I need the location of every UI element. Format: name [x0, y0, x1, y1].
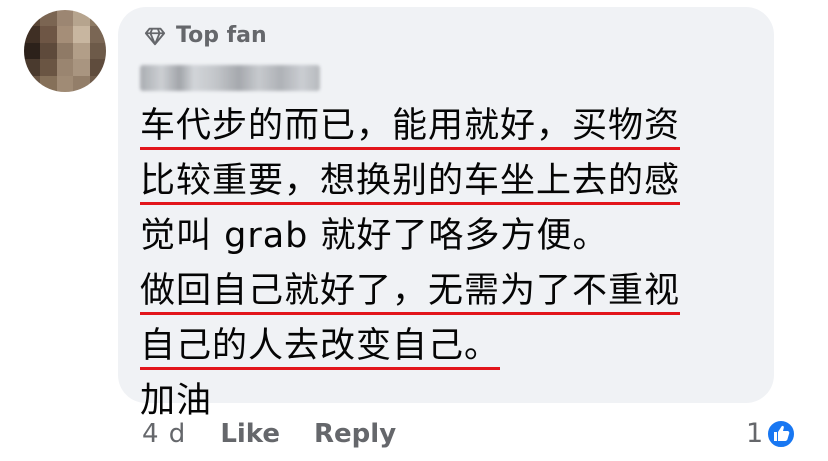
comment-bubble: Top fan 车代步的而已，能用就好，买物资 比较重要，想换别的车坐上去的感 … [118, 7, 774, 421]
comment-line: 自己的人去改变自己。 [140, 326, 501, 370]
badge-label: Top fan [176, 23, 267, 48]
reaction-summary[interactable]: 1 [746, 418, 797, 449]
reaction-count: 1 [746, 418, 764, 449]
commenter-name[interactable] [140, 65, 320, 91]
diamond-icon [144, 27, 166, 45]
avatar[interactable] [24, 10, 106, 92]
comment-line: 比较重要，想换别的车坐上去的感 [140, 161, 681, 205]
like-thumb-icon [766, 418, 797, 449]
comment-actions: 4 d Like Reply [142, 419, 396, 449]
top-fan-badge: Top fan [144, 23, 267, 48]
comment-line: 加油 [140, 381, 213, 421]
comment-line: 做回自己就好了，无需为了不重视 [140, 271, 681, 315]
timestamp[interactable]: 4 d [142, 419, 186, 449]
reply-button[interactable]: Reply [314, 419, 396, 449]
comment-line: 车代步的而已，能用就好，买物资 [140, 106, 681, 150]
like-button[interactable]: Like [220, 419, 280, 449]
comment-text: 车代步的而已，能用就好，买物资 比较重要，想换别的车坐上去的感 觉叫 grab … [140, 99, 760, 429]
comment-line: 觉叫 grab 就好了咯多方便。 [140, 216, 609, 256]
